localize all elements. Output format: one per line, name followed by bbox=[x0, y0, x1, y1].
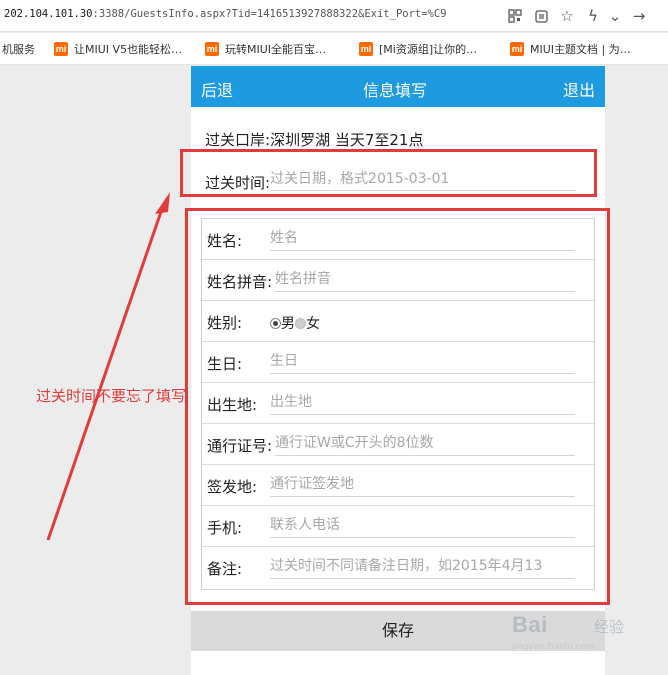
bookmark-label: [Mi资源组]让你的… bbox=[379, 43, 478, 56]
form-row-gender: 姓别: 男女 bbox=[202, 301, 594, 342]
gender-male-label: 男 bbox=[281, 316, 295, 332]
mi-logo-icon: mi bbox=[510, 42, 524, 56]
url-path: :3388/GuestsInfo.aspx?Tid=14165139278883… bbox=[92, 8, 447, 20]
birthday-input[interactable]: 生日 bbox=[270, 348, 575, 374]
exit-button[interactable]: 退出 bbox=[563, 77, 595, 101]
bookmark-item[interactable]: 机服务 bbox=[2, 41, 35, 57]
phone-input[interactable]: 联系人电话 bbox=[270, 512, 575, 538]
form-row-permit: 通行证号: 通行证W或C开头的8位数 bbox=[202, 424, 594, 465]
form-row-name: 姓名: 姓名 bbox=[202, 219, 594, 260]
remark-input[interactable]: 过关时间不同请备注日期，如2015年4月13 bbox=[270, 553, 575, 579]
bookmark-label: 机服务 bbox=[2, 43, 35, 56]
pinyin-input[interactable]: 姓名拼音 bbox=[275, 266, 575, 292]
remark-label: 备注: bbox=[207, 560, 243, 578]
form-row-issue-place: 签发地: 通行证签发地 bbox=[202, 465, 594, 506]
annotation-note: 过关时间不要忘了填写 bbox=[36, 387, 187, 405]
mi-logo-icon: mi bbox=[205, 42, 219, 56]
birthplace-input[interactable]: 出生地 bbox=[270, 389, 575, 415]
form-row-remark: 备注: 过关时间不同请备注日期，如2015年4月13 bbox=[202, 547, 594, 588]
forward-arrow-icon[interactable]: → bbox=[628, 5, 650, 27]
form-row-birthday: 生日: 生日 bbox=[202, 342, 594, 383]
address-bar: 202.104.101.30:3388/GuestsInfo.aspx?Tid=… bbox=[0, 0, 668, 32]
guest-info-page: 后退 信息填写 退出 过关口岸:深圳罗湖 当天7至21点 过关时间: 过关日期，… bbox=[191, 66, 605, 675]
gender-male-radio[interactable] bbox=[270, 318, 281, 329]
form-row-pinyin: 姓名拼音: 姓名拼音 bbox=[202, 260, 594, 301]
birthplace-label: 出生地: bbox=[207, 396, 258, 414]
name-input[interactable]: 姓名 bbox=[270, 225, 575, 251]
mi-logo-icon: mi bbox=[54, 42, 68, 56]
issue-place-input[interactable]: 通行证签发地 bbox=[270, 471, 575, 497]
watermark-brand-suffix: 经验 bbox=[594, 618, 625, 636]
star-icon[interactable]: ☆ bbox=[556, 5, 578, 27]
guest-form: 姓名: 姓名 姓名拼音: 姓名拼音 姓别: 男女 生日: 生日 出生地: 出生地… bbox=[201, 218, 595, 590]
bookmark-label: MIUI主题文档 | 为… bbox=[530, 43, 631, 56]
mi-logo-icon: mi bbox=[359, 42, 373, 56]
crossing-port-line: 过关口岸:深圳罗湖 当天7至21点 bbox=[205, 129, 423, 150]
name-label: 姓名: bbox=[207, 232, 243, 250]
form-row-birthplace: 出生地: 出生地 bbox=[202, 383, 594, 424]
birthday-label: 生日: bbox=[207, 355, 243, 373]
crossing-time-label: 过关时间: bbox=[205, 174, 271, 192]
pinyin-label: 姓名拼音: bbox=[207, 273, 273, 291]
permit-label: 通行证号: bbox=[207, 437, 273, 455]
bookmarks-bar: 机服务 mi 让MIUI V5也能轻松… mi 玩转MIUI全能百宝… mi [… bbox=[0, 33, 668, 65]
crossing-time-input[interactable]: 过关日期，格式2015-03-01 bbox=[270, 165, 577, 191]
permit-input[interactable]: 通行证W或C开头的8位数 bbox=[275, 430, 575, 456]
reader-mode-icon[interactable] bbox=[530, 5, 552, 27]
chevron-down-icon[interactable]: ⌄ bbox=[604, 5, 626, 27]
issue-place-label: 签发地: bbox=[207, 478, 258, 496]
bookmark-label: 玩转MIUI全能百宝… bbox=[225, 43, 327, 56]
top-nav: 后退 信息填写 退出 bbox=[191, 66, 605, 107]
back-button[interactable]: 后退 bbox=[201, 77, 233, 101]
watermark-brand: Bai bbox=[512, 612, 548, 637]
gender-female-radio[interactable] bbox=[295, 318, 306, 329]
bookmark-item[interactable]: mi 让MIUI V5也能轻松… bbox=[54, 41, 182, 57]
url-host: 202.104.101.30 bbox=[4, 8, 93, 20]
page-title: 信息填写 bbox=[363, 81, 428, 100]
baidu-watermark: Bai 经验 jingyan.baidu.com bbox=[512, 606, 662, 666]
bookmark-item[interactable]: mi MIUI主题文档 | 为… bbox=[510, 41, 631, 57]
crossing-port-value: 深圳罗湖 当天7至21点 bbox=[270, 131, 424, 149]
phone-label: 手机: bbox=[207, 519, 243, 537]
form-row-phone: 手机: 联系人电话 bbox=[202, 506, 594, 547]
bookmark-item[interactable]: mi [Mi资源组]让你的… bbox=[359, 41, 477, 57]
url-field[interactable]: 202.104.101.30:3388/GuestsInfo.aspx?Tid=… bbox=[4, 8, 447, 20]
gender-options: 男女 bbox=[270, 313, 320, 333]
crossing-port-label: 过关口岸: bbox=[205, 131, 271, 149]
crossing-time-row: 过关时间: 过关日期，格式2015-03-01 bbox=[205, 162, 577, 193]
bookmark-item[interactable]: mi 玩转MIUI全能百宝… bbox=[205, 41, 326, 57]
watermark-url: jingyan.baidu.com bbox=[512, 642, 596, 652]
gender-female-label: 女 bbox=[306, 316, 320, 332]
bookmark-label: 让MIUI V5也能轻松… bbox=[74, 43, 183, 56]
gender-label: 姓别: bbox=[207, 314, 243, 332]
qr-code-icon[interactable] bbox=[504, 5, 526, 27]
lightning-icon[interactable]: ϟ bbox=[582, 5, 604, 27]
